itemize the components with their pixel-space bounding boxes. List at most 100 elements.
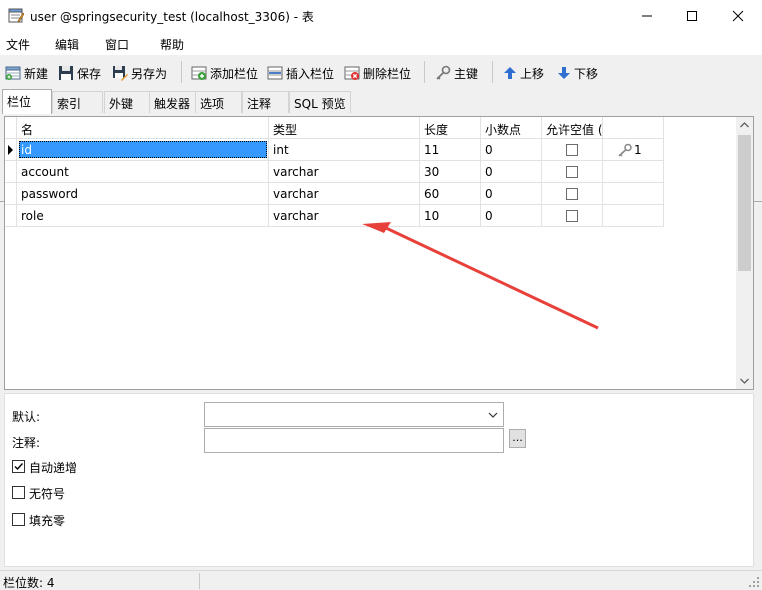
minimize-icon xyxy=(642,15,652,17)
resize-grip-icon[interactable] xyxy=(748,576,760,588)
minimize-button[interactable] xyxy=(624,0,670,31)
table-row[interactable]: password varchar 60 0 xyxy=(5,183,664,205)
cell-length[interactable]: 11 xyxy=(420,139,481,161)
title-bar: user @springsecurity_test (localhost_330… xyxy=(0,0,762,31)
new-label: 新建 xyxy=(24,66,49,81)
cell-name[interactable]: password xyxy=(17,183,269,205)
move-down-button[interactable]: 下移 xyxy=(557,63,598,83)
nullable-checkbox[interactable] xyxy=(566,188,578,200)
new-table-icon xyxy=(5,66,21,80)
comment-browse-button[interactable]: ... xyxy=(509,429,526,448)
cell-length[interactable]: 30 xyxy=(420,161,481,183)
cell-name[interactable]: account xyxy=(17,161,269,183)
chevron-down-icon xyxy=(488,412,498,418)
save-as-button[interactable]: 另存为 xyxy=(112,63,167,83)
checkmark-icon xyxy=(14,463,24,471)
cell-decimals[interactable]: 0 xyxy=(481,183,542,205)
cell-nullable[interactable] xyxy=(542,139,603,161)
scroll-down-icon[interactable] xyxy=(736,372,753,389)
field-properties-panel: 默认: 注释: ... 自动递增 无符号 填充零 xyxy=(4,393,754,567)
column-header-length[interactable]: 长度 xyxy=(420,117,481,139)
nullable-checkbox[interactable] xyxy=(566,144,578,156)
primary-key-label: 主键 xyxy=(454,66,479,81)
nullable-checkbox[interactable] xyxy=(566,210,578,222)
cell-decimals[interactable]: 0 xyxy=(481,161,542,183)
cell-length[interactable]: 10 xyxy=(420,205,481,227)
add-column-button[interactable]: 添加栏位 xyxy=(191,63,258,83)
tab-sql-preview[interactable]: SQL 预览 xyxy=(289,91,351,113)
cell-type[interactable]: varchar xyxy=(269,183,420,205)
row-selector[interactable] xyxy=(5,183,17,205)
status-separator xyxy=(199,573,200,589)
insert-column-button[interactable]: 插入栏位 xyxy=(267,63,334,83)
tab-triggers[interactable]: 触发器 xyxy=(149,91,196,113)
cell-nullable[interactable] xyxy=(542,205,603,227)
comment-label: 注释: xyxy=(12,436,41,450)
scrollbar-thumb[interactable] xyxy=(738,135,751,271)
status-bar: 栏位数: 4 xyxy=(0,570,762,590)
save-icon xyxy=(59,66,73,80)
cell-type[interactable]: varchar xyxy=(269,161,420,183)
menu-file[interactable]: 文件 xyxy=(6,36,30,53)
cell-decimals[interactable]: 0 xyxy=(481,205,542,227)
cell-key[interactable]: 1 xyxy=(603,139,664,161)
tab-indexes[interactable]: 索引 xyxy=(52,91,103,113)
window-title: user @springsecurity_test (localhost_330… xyxy=(30,10,314,24)
fields-grid: 名 类型 长度 小数点 允许空值 ( id int 11 0 1 account… xyxy=(4,116,754,390)
tab-fields[interactable]: 栏位 xyxy=(2,89,52,114)
table-row[interactable]: id int 11 0 1 xyxy=(5,139,664,161)
editor-tabs: 外键 触发器 选项 注释 SQL 预览 索引 栏位 xyxy=(0,89,762,202)
menu-help[interactable]: 帮助 xyxy=(160,36,184,53)
cell-length[interactable]: 60 xyxy=(420,183,481,205)
zerofill-checkbox[interactable] xyxy=(12,513,25,526)
tab-comment[interactable]: 注释 xyxy=(242,91,289,113)
delete-column-button[interactable]: 删除栏位 xyxy=(344,63,411,83)
comment-input[interactable] xyxy=(204,428,504,453)
cell-key[interactable] xyxy=(603,183,664,205)
column-header-nullable[interactable]: 允许空值 ( xyxy=(542,117,603,139)
tab-foreign-keys[interactable]: 外键 xyxy=(104,91,150,113)
cell-key[interactable] xyxy=(603,161,664,183)
new-button[interactable]: 新建 xyxy=(5,63,48,83)
default-select[interactable] xyxy=(204,402,504,427)
cell-nullable[interactable] xyxy=(542,183,603,205)
save-as-label: 另存为 xyxy=(131,66,168,81)
column-header-name[interactable]: 名 xyxy=(17,117,269,139)
column-header-type[interactable]: 类型 xyxy=(269,117,420,139)
table-row[interactable]: account varchar 30 0 xyxy=(5,161,664,183)
row-selector[interactable] xyxy=(5,205,17,227)
unsigned-checkbox[interactable] xyxy=(12,486,25,499)
cell-name[interactable]: id xyxy=(17,139,269,161)
cell-key[interactable] xyxy=(603,205,664,227)
nullable-checkbox[interactable] xyxy=(566,166,578,178)
cell-type[interactable]: int xyxy=(269,139,420,161)
row-selector[interactable] xyxy=(5,161,17,183)
table-design-icon xyxy=(8,8,24,23)
arrow-down-icon xyxy=(558,67,570,79)
table-row[interactable]: role varchar 10 0 xyxy=(5,205,664,227)
scroll-up-icon[interactable] xyxy=(736,117,753,134)
column-header-key[interactable] xyxy=(603,117,664,139)
key-icon xyxy=(618,143,632,157)
vertical-scrollbar[interactable] xyxy=(736,117,753,389)
menu-window[interactable]: 窗口 xyxy=(105,36,129,53)
current-row-icon xyxy=(8,145,13,155)
cell-name[interactable]: role xyxy=(17,205,269,227)
close-button[interactable] xyxy=(715,0,761,31)
menu-edit[interactable]: 编辑 xyxy=(55,36,79,53)
cell-type[interactable]: varchar xyxy=(269,205,420,227)
tab-options[interactable]: 选项 xyxy=(195,91,242,113)
column-header-decimals[interactable]: 小数点 xyxy=(481,117,542,139)
maximize-button[interactable] xyxy=(669,0,715,31)
auto-increment-label[interactable]: 自动递增 xyxy=(29,459,77,476)
move-up-button[interactable]: 上移 xyxy=(503,63,544,83)
row-selector[interactable] xyxy=(5,139,17,161)
auto-increment-checkbox[interactable] xyxy=(12,460,25,473)
zerofill-label[interactable]: 填充零 xyxy=(29,512,65,529)
unsigned-label[interactable]: 无符号 xyxy=(29,485,65,502)
cell-nullable[interactable] xyxy=(542,161,603,183)
primary-key-button[interactable]: 主键 xyxy=(435,63,478,83)
cell-decimals[interactable]: 0 xyxy=(481,139,542,161)
save-button[interactable]: 保存 xyxy=(58,63,101,83)
arrow-up-icon xyxy=(504,67,516,79)
